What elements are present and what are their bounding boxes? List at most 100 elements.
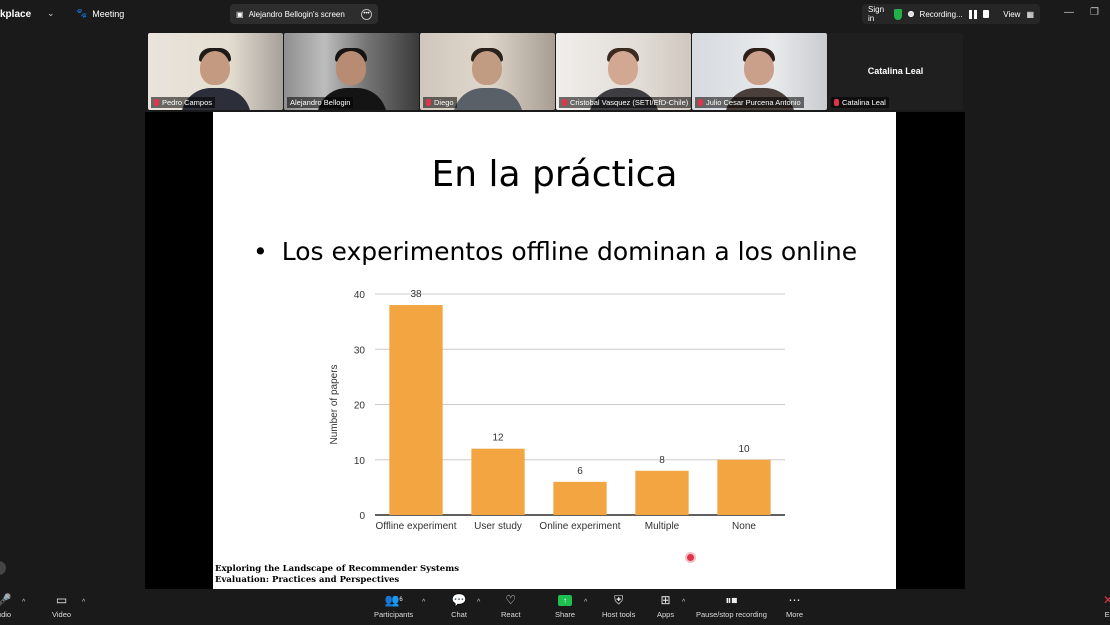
audio-label: udio	[0, 610, 12, 619]
globe-icon[interactable]	[0, 561, 6, 575]
bar-value-label: 12	[492, 433, 504, 444]
video-label: Video	[52, 610, 72, 619]
participant-name: Diego	[434, 98, 454, 107]
pause-recording-icon[interactable]	[968, 9, 977, 19]
meeting-label: Meeting	[92, 8, 125, 19]
bar-value-label: 10	[738, 444, 750, 455]
pause-stop-recording-button[interactable]: ⏸⏹ Pause/stop recording	[696, 592, 767, 620]
react-button[interactable]: ♡ React	[501, 593, 521, 619]
participant-name: Julio Cesar Purcena Antonio	[706, 98, 801, 107]
bar	[389, 305, 443, 515]
shield-icon: ⛨	[614, 592, 624, 607]
participant-tile-speaking[interactable]: Alejandro Bellogin	[284, 33, 419, 110]
chevron-down-icon[interactable]: ⌄	[47, 8, 55, 19]
audio-button[interactable]: 🎤 udio	[0, 593, 12, 619]
chat-label: Chat	[451, 610, 467, 619]
screen-share-label: Alejandro Bellogin's screen	[248, 9, 345, 19]
participants-icon: 👥 6	[384, 593, 403, 607]
more-icon: ⋯	[788, 593, 801, 607]
bar-chart: 0 10 20 30 40 Number of papers 38 Offline exper…	[329, 289, 785, 532]
participants-caret-icon[interactable]: ^	[422, 599, 425, 606]
chat-caret-icon[interactable]: ^	[477, 599, 480, 606]
bullet-icon: •	[253, 237, 268, 266]
mic-muted-icon	[698, 99, 703, 106]
chat-button[interactable]: 💬 Chat	[451, 593, 467, 619]
restore-icon[interactable]: ❐	[1090, 7, 1099, 18]
x-tick-label: Online experiment	[539, 521, 620, 532]
recording-status: Recording...	[919, 9, 963, 19]
more-button[interactable]: ⋯ More	[786, 593, 803, 619]
slide-bullet: • Los experimentos offline dominan a los…	[253, 237, 857, 266]
video-button[interactable]: ▭ Video	[52, 593, 71, 619]
meeting-menu[interactable]: 🐾 Meeting	[76, 8, 124, 19]
sign-in-link[interactable]: Sign in	[868, 5, 888, 23]
participants-count: 6	[399, 597, 403, 603]
view-grid-icon[interactable]: ▦	[1026, 10, 1034, 19]
apps-caret-icon[interactable]: ^	[682, 599, 685, 606]
camera-icon: ▭	[55, 593, 68, 607]
share-caret-icon[interactable]: ^	[584, 599, 587, 606]
y-tick-label: 20	[354, 401, 366, 412]
bar	[635, 470, 689, 515]
bar	[717, 459, 771, 515]
participants-button[interactable]: 👥 6 Participants	[374, 593, 413, 619]
y-tick-label: 10	[354, 456, 366, 467]
host-tools-button[interactable]: ⛨ Host tools	[602, 592, 636, 620]
slide-footer: Exploring the Landscape of Recommender S…	[215, 564, 459, 586]
shield-icon[interactable]	[894, 8, 903, 20]
x-tick-label: User study	[474, 521, 522, 532]
participant-name: Catalina Leal	[842, 98, 886, 107]
audio-options-caret-icon[interactable]: ^	[22, 599, 25, 606]
bar-value-label: 8	[659, 455, 665, 466]
bullet-text: Los experimentos offline dominan a los o…	[281, 237, 858, 266]
share-screen-icon: ↑	[558, 594, 572, 606]
y-tick-label: 30	[354, 345, 366, 356]
x-tick-label: None	[732, 521, 756, 532]
screen-share-tab[interactable]: ▣ Alejandro Bellogin's screen •••	[230, 4, 378, 24]
screen-share-icon: ▣	[236, 9, 244, 19]
pause-recording-label: Pause/stop recording	[696, 610, 767, 619]
end-label: Ei	[1104, 610, 1110, 619]
mic-muted-icon	[562, 99, 567, 106]
participant-name: Cristobal Vasquez (SETI/EfD-Chile)	[570, 98, 689, 107]
mic-muted-icon	[426, 99, 431, 106]
apps-icon: ⊞	[660, 593, 671, 607]
share-label: Share	[555, 610, 576, 619]
participant-tile[interactable]: Pedro Campos	[148, 33, 283, 110]
participant-name: Pedro Campos	[162, 98, 213, 107]
view-button[interactable]: View	[1003, 10, 1020, 19]
host-tools-label: Host tools	[602, 610, 636, 619]
shared-screen: En la práctica • Los experimentos offlin…	[145, 112, 965, 589]
participant-display-name: Catalina Leal	[867, 66, 924, 76]
participant-tile[interactable]: Cristobal Vasquez (SETI/EfD-Chile)	[556, 33, 691, 110]
participant-tile-camera-off[interactable]: Catalina Leal Catalina Leal	[828, 33, 963, 110]
x-tick-label: Offline experiment	[376, 521, 457, 532]
end-button[interactable]: ✕ Ei	[1100, 593, 1110, 619]
react-label: React	[501, 610, 521, 619]
status-group: Sign in Recording... View ▦	[862, 4, 1040, 24]
y-tick-label: 0	[359, 511, 365, 522]
minimize-icon[interactable]: —	[1064, 7, 1074, 18]
apps-label: Apps	[657, 610, 675, 619]
end-icon: ✕	[1102, 593, 1110, 607]
mic-muted-icon	[834, 99, 839, 106]
participant-tile[interactable]: Julio Cesar Purcena Antonio	[692, 33, 827, 110]
participant-strip: Pedro Campos Alejandro Bellogin Diego Cr…	[148, 33, 963, 110]
laser-pointer-icon	[687, 554, 694, 561]
participant-tile[interactable]: Diego	[420, 33, 555, 110]
bar	[471, 448, 525, 515]
pause-stop-icon: ⏸⏹	[725, 592, 738, 607]
y-axis-label: Number of papers	[329, 364, 340, 444]
x-tick-label: Multiple	[645, 521, 680, 532]
recording-icon	[908, 11, 914, 17]
footer-line-2: Evaluation: Practices and Perspectives	[215, 575, 400, 585]
video-options-caret-icon[interactable]: ^	[82, 599, 85, 606]
app-brand: kplace	[0, 9, 32, 20]
bar-value-label: 6	[577, 466, 583, 477]
top-bar: kplace ⌄ 🐾 Meeting ▣ Alejandro Bellogin'…	[0, 0, 1110, 28]
share-button[interactable]: ↑ Share	[555, 593, 575, 619]
stop-recording-icon[interactable]	[982, 10, 990, 18]
apps-button[interactable]: ⊞ Apps	[657, 593, 674, 619]
mic-muted-icon: 🎤	[0, 593, 12, 607]
more-options-icon[interactable]: •••	[361, 8, 372, 20]
